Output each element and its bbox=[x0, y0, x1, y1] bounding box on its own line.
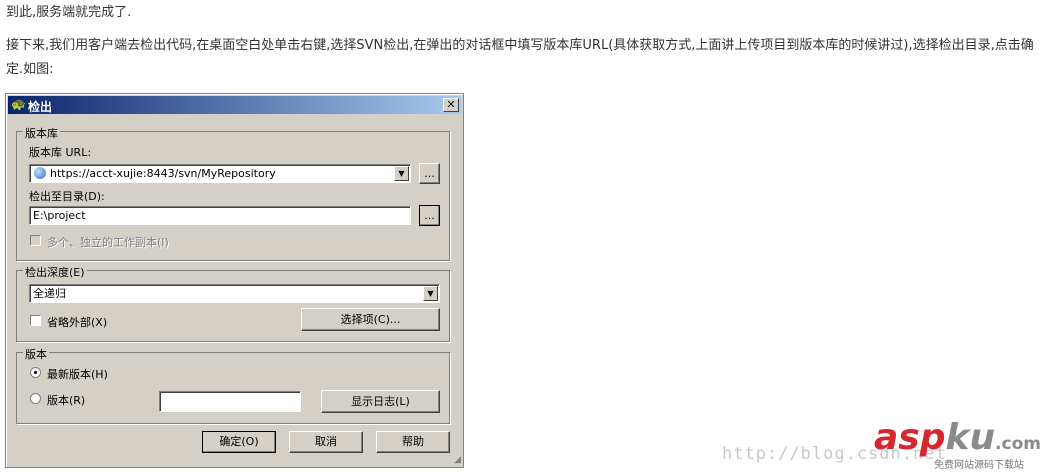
ok-button[interactable]: 确定(O) bbox=[202, 431, 276, 453]
dialog-titlebar[interactable]: 🐢 检出 ✕ bbox=[8, 96, 461, 114]
omit-externals-label: 省略外部(X) bbox=[47, 316, 108, 329]
depth-group-legend: 检出深度(E) bbox=[23, 264, 87, 280]
logo-com: .com bbox=[995, 434, 1042, 454]
depth-dropdown-arrow-icon[interactable]: ▼ bbox=[423, 286, 438, 301]
cancel-button[interactable]: 取消 bbox=[289, 431, 363, 453]
url-browse-button[interactable]: ... bbox=[419, 163, 440, 184]
choose-items-button[interactable]: 选择项(C)... bbox=[301, 308, 440, 331]
show-log-button[interactable]: 显示日志(L) bbox=[321, 390, 440, 413]
url-label: 版本库 URL: bbox=[29, 146, 92, 159]
tortoise-icon: 🐢 bbox=[11, 97, 26, 111]
multi-working-copy-label: 多个、独立的工作副本(I) bbox=[47, 236, 169, 249]
resize-grip-icon[interactable]: ◢ bbox=[454, 455, 461, 465]
logo-ku: ku bbox=[945, 417, 996, 458]
checkout-dialog: 🐢 检出 ✕ 版本库 版本库 URL: https://acct-xujie:8… bbox=[5, 93, 464, 468]
checkout-dir-input[interactable]: E:\project bbox=[29, 206, 411, 225]
revision-input[interactable] bbox=[159, 391, 301, 412]
close-button[interactable]: ✕ bbox=[443, 98, 459, 112]
url-value: https://acct-xujie:8443/svn/MyRepository bbox=[50, 167, 276, 180]
article-paragraph: 接下来,我们用客户端去检出代码,在桌面空白处单击右键,选择SVN检出,在弹出的对… bbox=[6, 38, 1034, 77]
logo-asp: asp bbox=[874, 417, 946, 458]
repository-group: 版本库 版本库 URL: https://acct-xujie:8443/svn… bbox=[16, 125, 450, 261]
omit-externals-checkbox[interactable] bbox=[30, 315, 41, 326]
multi-working-copy-checkbox[interactable] bbox=[30, 235, 41, 246]
specific-revision-radio[interactable] bbox=[30, 393, 41, 404]
specific-revision-label: 版本(R) bbox=[47, 394, 86, 407]
depth-select[interactable]: 全递归 ▼ bbox=[29, 284, 440, 303]
depth-value: 全递归 bbox=[33, 287, 66, 300]
article-line-1: 到此,服务端就完成了. bbox=[6, 5, 132, 20]
help-button[interactable]: 帮助 bbox=[376, 431, 450, 453]
watermark-subtitle: 免费网站源码下载站 bbox=[934, 460, 1024, 471]
url-combobox[interactable]: https://acct-xujie:8443/svn/MyRepository… bbox=[29, 164, 411, 183]
revision-group: 版本 最新版本(H) 版本(R) 显示日志(L) bbox=[16, 346, 450, 424]
watermark-logo: aspku.com bbox=[874, 417, 1041, 458]
depth-group: 检出深度(E) 全递归 ▼ 省略外部(X) 选择项(C)... bbox=[16, 264, 450, 342]
dialog-title: 检出 bbox=[28, 100, 53, 114]
dir-browse-button[interactable]: ... bbox=[419, 205, 440, 226]
head-revision-label: 最新版本(H) bbox=[47, 368, 108, 381]
repository-group-legend: 版本库 bbox=[23, 125, 60, 141]
checkout-dir-label: 检出至目录(D): bbox=[29, 190, 105, 203]
url-globe-icon bbox=[34, 167, 46, 179]
head-revision-radio[interactable] bbox=[30, 367, 41, 378]
revision-group-legend: 版本 bbox=[23, 346, 49, 362]
url-dropdown-arrow-icon[interactable]: ▼ bbox=[394, 166, 409, 181]
